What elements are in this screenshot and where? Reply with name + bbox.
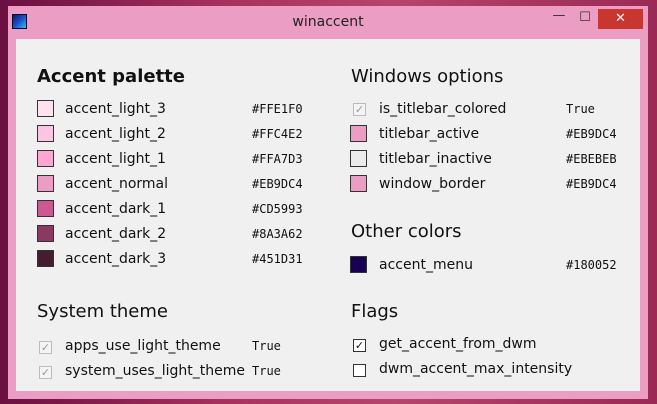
client-area: Accent palette accent_light_3 #FFE1F0 ac…: [16, 39, 640, 391]
label-window-border: window_border: [379, 176, 486, 192]
maximize-button[interactable]: ☐: [572, 8, 598, 28]
swatch-titlebar-inactive: [350, 150, 367, 167]
apps-use-light-theme-value: True: [252, 339, 281, 353]
label-accent-light-2: accent_light_2: [65, 126, 166, 142]
accent-palette-heading: Accent palette: [37, 66, 185, 87]
swatch-accent-light-3: [37, 100, 54, 117]
swatch-accent-light-1: [37, 150, 54, 167]
flags-heading: Flags: [351, 301, 399, 322]
label-accent-light-1: accent_light_1: [65, 151, 166, 167]
swatch-titlebar-active: [350, 125, 367, 142]
swatch-accent-dark-1: [37, 200, 54, 217]
label-titlebar-active: titlebar_active: [379, 126, 480, 142]
apps-use-light-theme-checkbox[interactable]: ✓: [39, 341, 52, 354]
label-accent-dark-2: accent_dark_2: [65, 226, 167, 242]
hex-titlebar-inactive: #EBEBEB: [566, 152, 617, 166]
is-titlebar-colored-value: True: [566, 102, 595, 116]
hex-accent-dark-1: #CD5993: [252, 202, 303, 216]
swatch-accent-dark-2: [37, 225, 54, 242]
label-accent-normal: accent_normal: [65, 176, 169, 192]
is-titlebar-colored-checkbox[interactable]: ✓: [353, 103, 366, 116]
dwm-accent-max-intensity-checkbox[interactable]: [353, 364, 366, 377]
label-titlebar-inactive: titlebar_inactive: [379, 151, 492, 167]
label-accent-light-3: accent_light_3: [65, 101, 166, 117]
swatch-window-border: [350, 175, 367, 192]
label-accent-dark-1: accent_dark_1: [65, 201, 167, 217]
hex-accent-light-1: #FFA7D3: [252, 152, 303, 166]
minimize-button[interactable]: —: [546, 8, 572, 28]
system-theme-heading: System theme: [37, 301, 168, 322]
label-accent-dark-3: accent_dark_3: [65, 251, 167, 267]
apps-use-light-theme-label: apps_use_light_theme: [65, 338, 221, 354]
hex-titlebar-active: #EB9DC4: [566, 127, 617, 141]
swatch-accent-menu: [350, 256, 367, 273]
app-window: winaccent — ☐ ✕ Accent palette accent_li…: [8, 6, 648, 399]
close-button[interactable]: ✕: [598, 9, 643, 29]
get-accent-from-dwm-label: get_accent_from_dwm: [379, 336, 537, 352]
hex-accent-dark-2: #8A3A62: [252, 227, 303, 241]
system-uses-light-theme-label: system_uses_light_theme: [65, 363, 245, 379]
hex-accent-light-3: #FFE1F0: [252, 102, 303, 116]
is-titlebar-colored-label: is_titlebar_colored: [379, 101, 507, 117]
hex-accent-normal: #EB9DC4: [252, 177, 303, 191]
label-accent-menu: accent_menu: [379, 257, 473, 273]
system-uses-light-theme-checkbox[interactable]: ✓: [39, 366, 52, 379]
swatch-accent-normal: [37, 175, 54, 192]
hex-accent-light-2: #FFC4E2: [252, 127, 303, 141]
swatch-accent-dark-3: [37, 250, 54, 267]
dwm-accent-max-intensity-label: dwm_accent_max_intensity: [379, 361, 573, 377]
hex-accent-menu: #180052: [566, 258, 617, 272]
windows-options-heading: Windows options: [351, 66, 504, 87]
get-accent-from-dwm-checkbox[interactable]: ✓: [353, 339, 366, 352]
hex-accent-dark-3: #451D31: [252, 252, 303, 266]
system-uses-light-theme-value: True: [252, 364, 281, 378]
title-bar[interactable]: winaccent — ☐ ✕: [8, 6, 648, 39]
hex-window-border: #EB9DC4: [566, 177, 617, 191]
other-colors-heading: Other colors: [351, 221, 462, 242]
swatch-accent-light-2: [37, 125, 54, 142]
